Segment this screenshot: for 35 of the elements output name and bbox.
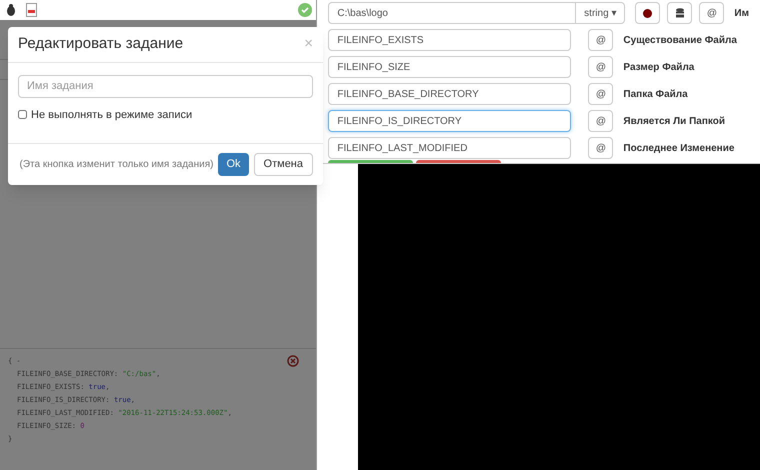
variable-button[interactable]: @	[588, 29, 614, 51]
hint-text: (Эта кнопка изменит только имя задания)	[20, 158, 214, 172]
field-label: Существование Файла	[623, 34, 737, 48]
record-icon	[643, 8, 652, 18]
path-field[interactable]: C:\bas\logo string ▾	[328, 2, 626, 24]
variable-name-field[interactable]: FILEINFO_LAST_MODIFIED	[328, 137, 572, 159]
checkbox-label: Не выполнять в режиме записи	[31, 108, 192, 122]
variable-button[interactable]: @	[699, 2, 724, 24]
variable-name-field[interactable]: FILEINFO_SIZE	[328, 56, 572, 78]
variable-button[interactable]: @	[588, 137, 614, 159]
ok-button[interactable]: Ok	[218, 153, 249, 176]
type-dropdown[interactable]: string ▾	[575, 3, 624, 23]
check-icon	[298, 3, 312, 17]
field-label: Размер Файла	[623, 60, 694, 74]
variable-button[interactable]: @	[588, 110, 614, 132]
close-icon[interactable]	[287, 355, 300, 367]
bug-icon[interactable]	[4, 3, 18, 17]
task-name-field[interactable]: Имя задания	[18, 74, 313, 98]
field-label: Папка Файла	[623, 88, 688, 102]
database-button[interactable]	[667, 2, 692, 24]
checkbox[interactable]	[18, 110, 27, 120]
record-button[interactable]	[635, 2, 660, 24]
variable-button[interactable]: @	[588, 83, 614, 105]
dialog-title: Редактировать задание	[18, 34, 184, 54]
variable-button[interactable]: @	[588, 56, 614, 78]
field-label: Последнее Изменение	[623, 142, 734, 156]
database-icon	[676, 8, 684, 18]
variable-name-field[interactable]: FILEINFO_EXISTS	[328, 29, 572, 51]
variable-name-field[interactable]: FILEINFO_IS_DIRECTORY	[328, 110, 572, 132]
delete-button[interactable]	[416, 160, 502, 163]
variable-name-field[interactable]: FILEINFO_BASE_DIRECTORY	[328, 83, 572, 105]
toolbar-label: Им	[734, 6, 749, 20]
document-icon[interactable]	[26, 3, 37, 17]
cancel-button[interactable]: Отмена	[254, 153, 313, 176]
field-label: Является Ли Папкой	[623, 114, 726, 128]
